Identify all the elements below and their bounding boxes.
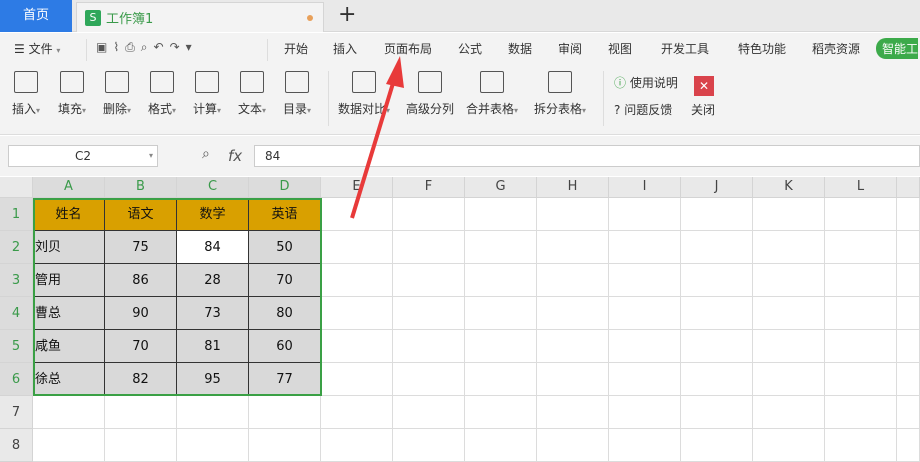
red-arrow-annotation: [350, 56, 404, 219]
